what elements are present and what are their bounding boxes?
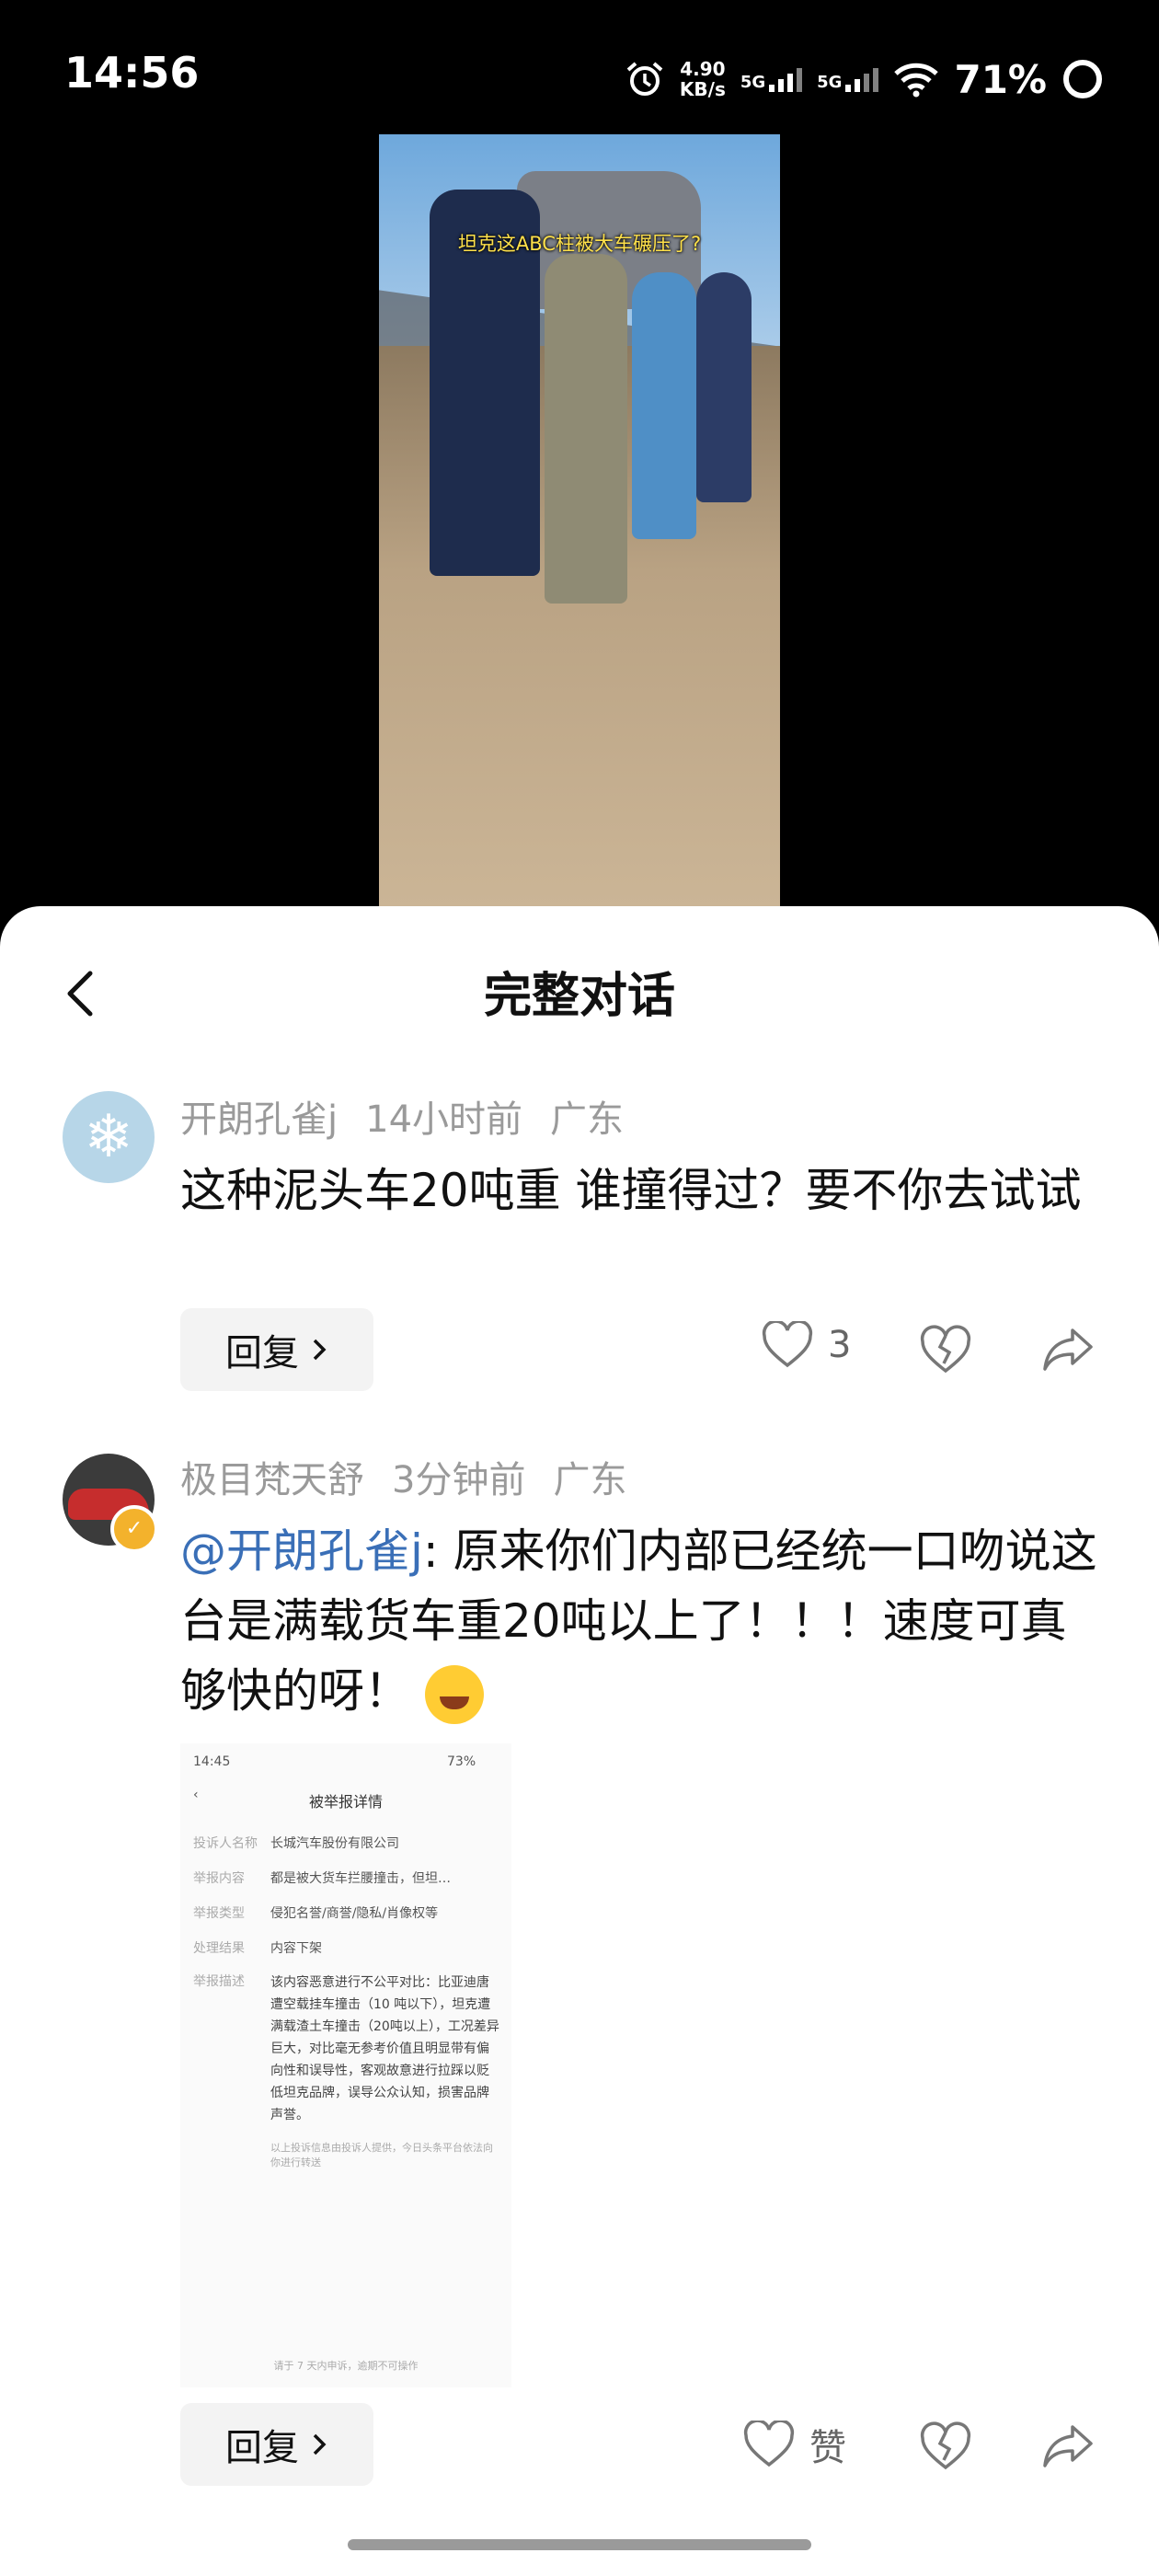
verified-badge-icon: ✓ [110, 1505, 158, 1553]
chevron-right-icon [313, 1339, 327, 1361]
laughing-emoji-icon [425, 1664, 484, 1724]
attached-screenshot[interactable]: 14:45 73% ‹ 被举报详情 投诉人名称 长城汽车股份有限公司 举报内容 都是… [180, 1743, 511, 2387]
screenshot-row: 投诉人名称 长城汽车股份有限公司 [193, 1836, 399, 1851]
avatar[interactable]: ❄ [63, 1091, 155, 1183]
dislike-broken-heart-icon[interactable] [918, 2418, 973, 2473]
reply-button[interactable]: 回复 [180, 2403, 373, 2486]
like-label: 赞 [809, 2427, 846, 2469]
screenshot-row: 举报描述 [193, 1974, 245, 1989]
comment-text: 这种泥头车20吨重 谁撞得过？要不你去试试 [180, 1164, 1082, 1217]
screenshot-row: 处理结果 内容下架 [193, 1941, 322, 1956]
screenshot-time: 14:45 [193, 1754, 231, 1769]
screenshot-footnote: 以上投诉信息由投诉人提供，今日头条平台依法向你进行转送 [270, 2142, 493, 2168]
sheet-title: 完整对话 [483, 969, 675, 1024]
net-speed: 4.90 KB/s [679, 58, 726, 100]
battery-icon [1063, 60, 1102, 98]
snowflake-icon: ❄ [84, 1103, 133, 1171]
signal-bars-icon [769, 66, 803, 92]
comment-location: 广东 [550, 1098, 625, 1141]
alarm-icon [626, 62, 663, 96]
username[interactable]: 开朗孔雀j [180, 1097, 338, 1143]
screenshot-battery: 73% [447, 1754, 476, 1769]
comment-time: 14小时前 [365, 1098, 523, 1141]
reply-button[interactable]: 回复 [180, 1308, 373, 1391]
username[interactable]: 极目梵天舒 [180, 1457, 364, 1503]
comment-time: 3分钟前 [392, 1459, 526, 1501]
heart-icon [762, 1321, 813, 1368]
screenshot-row: 举报内容 都是被大货车拦腰撞击，但坦… [193, 1871, 451, 1886]
like-button[interactable]: 3 [762, 1321, 851, 1369]
wifi-icon [894, 63, 939, 98]
like-count: 3 [828, 1324, 852, 1366]
comment-meta: 极目梵天舒 3分钟前 广东 [180, 1457, 626, 1503]
signal-bars-icon [845, 66, 879, 92]
video-player[interactable]: 坦克这ABC柱被大车碾压了? [379, 134, 780, 907]
heart-icon [743, 2421, 795, 2467]
home-indicator[interactable] [348, 2539, 811, 2550]
battery-level: 71% [954, 56, 1047, 102]
screenshot-bottom-note: 请于 7 天内申诉，逾期不可操作 [273, 2360, 419, 2372]
like-button[interactable]: 赞 [743, 2418, 846, 2471]
share-icon[interactable] [1041, 1321, 1096, 1376]
comment-location: 广东 [553, 1459, 627, 1501]
mention-link[interactable]: @开朗孔雀j [180, 1524, 423, 1578]
comment-meta: 开朗孔雀j 14小时前 广东 [180, 1097, 624, 1143]
comment-text: @开朗孔雀j: 原来你们内部已经统一口吻说这台是满载货车重20吨以上了！！！速度… [180, 1516, 1100, 1726]
signal-2: 5G [817, 66, 879, 92]
video-caption: 坦克这ABC柱被大车碾压了? [457, 233, 702, 255]
screenshot-row: 举报类型 侵犯名誉/商誉/隐私/肖像权等 [193, 1906, 439, 1921]
status-time: 14:56 [64, 48, 200, 98]
status-icons: 4.90 KB/s 5G 5G 71% [625, 53, 1104, 105]
share-icon[interactable] [1041, 2418, 1096, 2473]
chevron-right-icon [313, 2433, 327, 2455]
screenshot-description: 该内容恶意进行不公平对比：比亚迪唐遭空载挂车撞击（10 吨以下），坦克遭满载渣土… [270, 1975, 499, 2122]
dislike-broken-heart-icon[interactable] [918, 1321, 973, 1376]
status-bar: 14:56 4.90 KB/s 5G 5G 71% [0, 0, 1159, 138]
signal-1: 5G [740, 66, 803, 92]
screenshot-title: 被举报详情 [308, 1793, 383, 1811]
